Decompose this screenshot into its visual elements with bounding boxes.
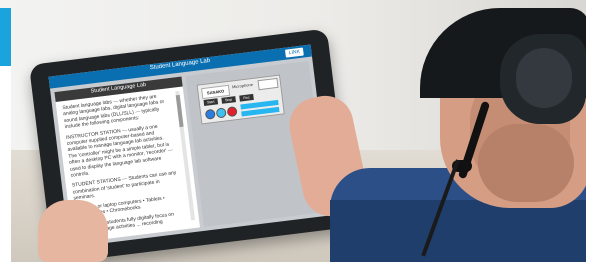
stop-tag[interactable]: Stop xyxy=(221,96,236,104)
sleeve-shade xyxy=(330,200,590,262)
person-beard xyxy=(478,124,574,202)
paragraph-2: INSTRUCTOR STATION — usually a one compu… xyxy=(65,123,174,179)
photo-scene: Student Language Lab LINK Student Langua… xyxy=(0,0,597,262)
left-margin xyxy=(0,66,11,262)
pause-icon[interactable] xyxy=(215,107,227,119)
scroll-thumb[interactable] xyxy=(175,94,184,128)
play-icon[interactable] xyxy=(204,108,216,120)
right-margin xyxy=(586,0,597,262)
record-tag[interactable]: Rec xyxy=(239,93,254,102)
accent-bar xyxy=(0,8,11,66)
microphone-field[interactable] xyxy=(257,77,279,91)
headset-earcup-inner xyxy=(516,48,572,108)
start-tag[interactable]: Start xyxy=(203,98,219,106)
link-button[interactable]: LINK xyxy=(284,47,304,58)
recorder-control: SANAKO Microphone Start Stop Rec xyxy=(196,74,285,125)
microphone-label: Microphone xyxy=(231,81,254,90)
left-hand xyxy=(38,200,108,262)
record-icon[interactable] xyxy=(226,106,238,118)
